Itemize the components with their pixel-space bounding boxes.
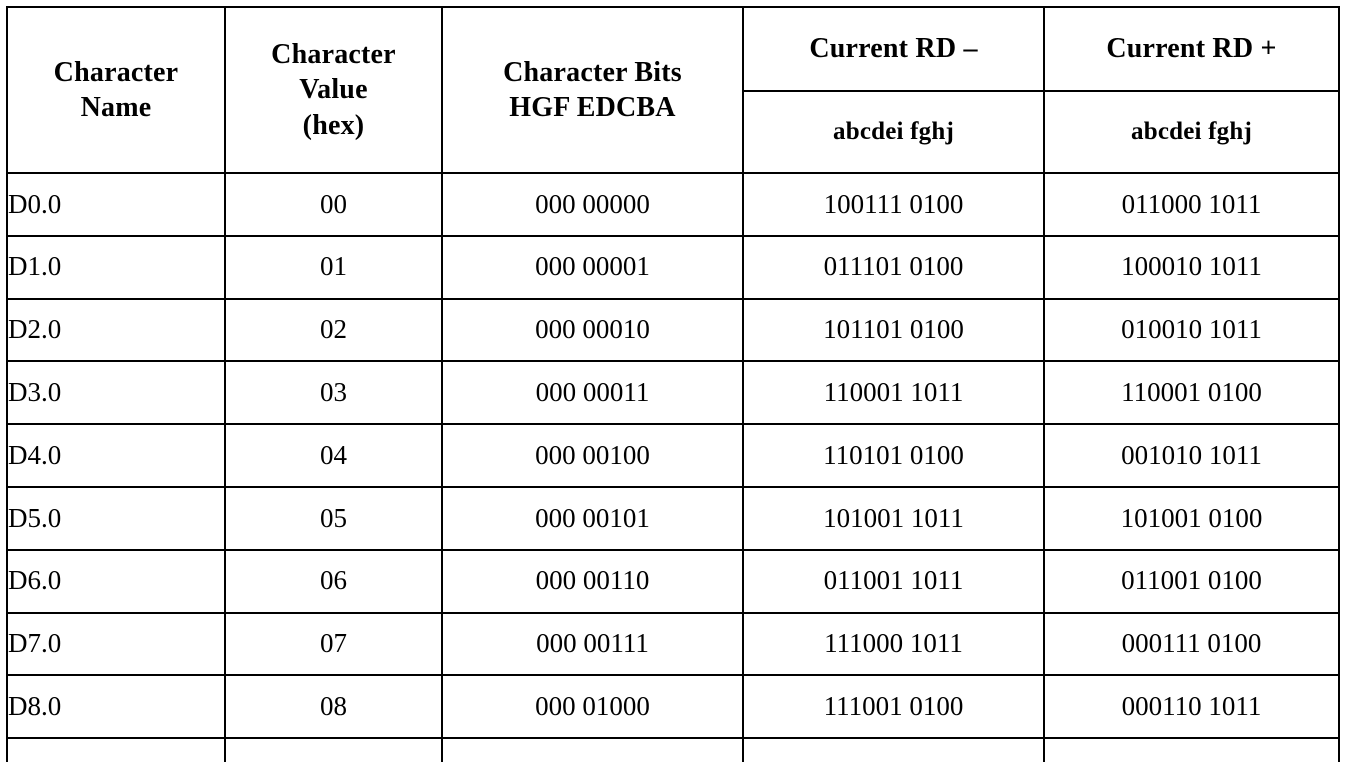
cell-rd-plus: 011000 1011: [1043, 172, 1340, 237]
cell-character-name: [6, 737, 226, 762]
header-row-top: Character Name Character Value (hex) Cha…: [6, 6, 1340, 174]
cell-character-bits: 000 00100: [441, 423, 744, 488]
cell-rd-minus: [742, 737, 1045, 762]
cell-rd-minus: 100111 0100: [742, 172, 1045, 237]
cell-character-value: 05: [224, 485, 443, 551]
table-body: D0.0 00 000 00000 100111 0100 011000 1011 D1.…: [6, 172, 1340, 762]
table-viewport: Character Name Character Value (hex) Cha…: [0, 0, 1352, 762]
table-row: D8.0 08 000 01000 111001 0100 000110 1011: [6, 674, 1340, 740]
cell-character-name: D3.0: [6, 360, 226, 426]
cell-rd-plus: [1043, 737, 1340, 762]
table-row: D6.0 06 000 00110 011001 1011 011001 0100: [6, 548, 1340, 614]
table-row: [6, 737, 1340, 762]
column-header-character-value: Character Value (hex): [224, 6, 443, 174]
cell-character-value: 04: [224, 423, 443, 488]
cell-character-value: 08: [224, 674, 443, 740]
cell-rd-plus: 110001 0100: [1043, 360, 1340, 426]
cell-character-bits: 000 00111: [441, 611, 744, 677]
cell-rd-plus: 010010 1011: [1043, 297, 1340, 363]
cell-rd-plus: 000111 0100: [1043, 611, 1340, 677]
cell-rd-plus: 100010 1011: [1043, 234, 1340, 300]
cell-rd-minus: 111001 0100: [742, 674, 1045, 740]
table-row: D3.0 03 000 00011 110001 1011 110001 0100: [6, 360, 1340, 426]
cell-rd-plus: 101001 0100: [1043, 485, 1340, 551]
cell-rd-minus: 110101 0100: [742, 423, 1045, 488]
cell-character-name: D5.0: [6, 485, 226, 551]
cell-character-name: D2.0: [6, 297, 226, 363]
cell-character-bits: 000 00010: [441, 297, 744, 363]
cell-character-value: 03: [224, 360, 443, 426]
cell-character-bits: 000 00110: [441, 548, 744, 614]
column-subheader-rd-minus-bits: abcdei fghj: [742, 90, 1045, 174]
cell-rd-plus: 011001 0100: [1043, 548, 1340, 614]
cell-character-value: [224, 737, 443, 762]
cell-character-bits: 000 00011: [441, 360, 744, 426]
table-row: D0.0 00 000 00000 100111 0100 011000 1011: [6, 172, 1340, 237]
cell-character-value: 00: [224, 172, 443, 237]
column-header-character-bits-line2: HGF EDCBA: [509, 92, 676, 123]
cell-character-value: 02: [224, 297, 443, 363]
cell-character-value: 01: [224, 234, 443, 300]
cell-character-bits: 000 01000: [441, 674, 744, 740]
column-header-current-rd-minus: Current RD –: [742, 6, 1045, 92]
cell-rd-minus: 011001 1011: [742, 548, 1045, 614]
cell-character-name: D4.0: [6, 423, 226, 488]
cell-character-bits: 000 00101: [441, 485, 744, 551]
column-header-character-bits-line1: Character Bits: [503, 56, 682, 88]
cell-rd-minus: 101001 1011: [742, 485, 1045, 551]
column-header-character-name: Character Name: [6, 6, 226, 174]
cell-character-name: D6.0: [6, 548, 226, 614]
column-header-character-value-line2: Value: [299, 74, 368, 106]
table-row: D5.0 05 000 00101 101001 1011 101001 0100: [6, 485, 1340, 551]
cell-character-bits: [441, 737, 744, 762]
cell-rd-minus: 111000 1011: [742, 611, 1045, 677]
cell-rd-minus: 101101 0100: [742, 297, 1045, 363]
cell-character-name: D0.0: [6, 172, 226, 237]
table-row: D1.0 01 000 00001 011101 0100 100010 1011: [6, 234, 1340, 300]
column-header-character-name-line1: Character: [53, 56, 179, 88]
column-header-current-rd-plus: Current RD +: [1043, 6, 1340, 92]
cell-character-bits: 000 00001: [441, 234, 744, 300]
table-row: D7.0 07 000 00111 111000 1011 000111 0100: [6, 611, 1340, 677]
column-header-character-bits: Character Bits HGF EDCBA: [441, 6, 744, 174]
table-header: Character Name Character Value (hex) Cha…: [6, 6, 1340, 174]
cell-rd-minus: 011101 0100: [742, 234, 1045, 300]
encoding-table: Character Name Character Value (hex) Cha…: [6, 6, 1340, 762]
cell-character-name: D8.0: [6, 674, 226, 740]
column-header-character-value-line1: Character: [271, 39, 396, 71]
cell-character-bits: 000 00000: [441, 172, 744, 237]
cell-character-value: 06: [224, 548, 443, 614]
cell-rd-plus: 000110 1011: [1043, 674, 1340, 740]
table-row: D4.0 04 000 00100 110101 0100 001010 1011: [6, 423, 1340, 488]
column-subheader-rd-plus-bits: abcdei fghj: [1043, 90, 1340, 174]
cell-character-name: D1.0: [6, 234, 226, 300]
table-row: D2.0 02 000 00010 101101 0100 010010 1011: [6, 297, 1340, 363]
cell-character-name: D7.0: [6, 611, 226, 677]
cell-rd-minus: 110001 1011: [742, 360, 1045, 426]
column-header-character-name-line2: Name: [80, 92, 152, 123]
cell-character-value: 07: [224, 611, 443, 677]
column-header-character-value-line3: (hex): [302, 109, 365, 141]
cell-rd-plus: 001010 1011: [1043, 423, 1340, 488]
